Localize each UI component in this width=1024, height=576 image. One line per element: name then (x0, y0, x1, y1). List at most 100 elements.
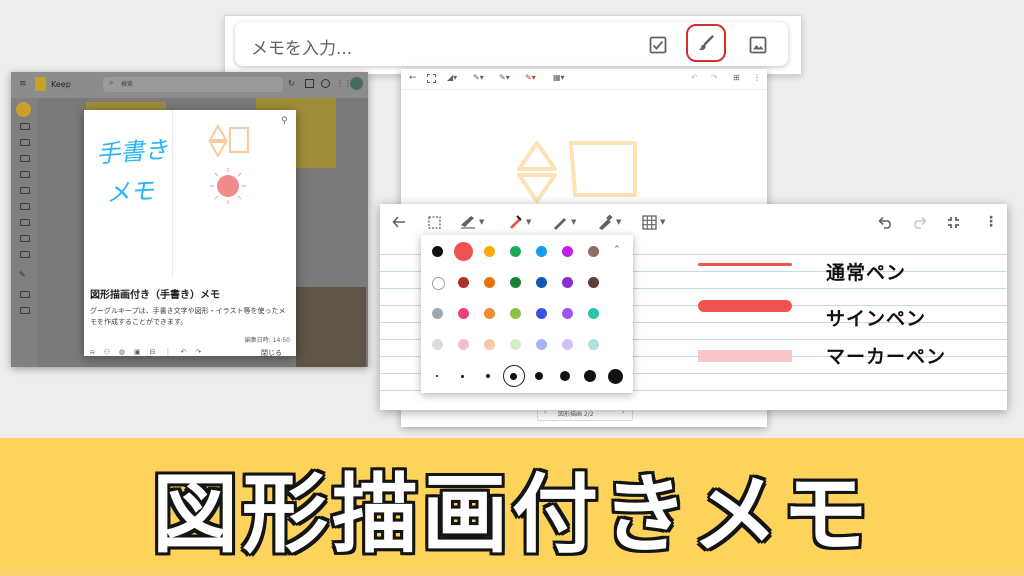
redo-icon[interactable]: ↷ (195, 348, 210, 356)
stroke-size-option[interactable] (461, 374, 464, 378)
label-icon[interactable] (20, 219, 30, 226)
back-icon[interactable]: ← (409, 73, 417, 83)
undo-icon[interactable]: ↶ (691, 73, 698, 82)
color-swatch[interactable] (535, 338, 547, 350)
note-description[interactable]: グーグルキープは、手書き文字や図形・イラスト等を使ったメモを作成することができま… (90, 306, 288, 328)
color-swatch[interactable] (535, 276, 547, 288)
stroke-size-option[interactable] (608, 368, 623, 384)
note-image-tile[interactable] (296, 287, 366, 367)
color-swatch[interactable] (587, 338, 599, 350)
color-swatch-selected[interactable] (453, 241, 473, 261)
label-icon[interactable] (20, 235, 30, 242)
collapse-icon[interactable]: ⌃ (613, 245, 621, 255)
color-swatch[interactable] (431, 338, 443, 350)
image-icon[interactable]: ▣ (134, 348, 150, 356)
list-view-icon[interactable] (305, 79, 314, 88)
color-swatch[interactable] (509, 245, 521, 257)
pin-icon[interactable]: ⚲ (281, 116, 288, 126)
color-swatch[interactable] (483, 245, 495, 257)
grid-icon[interactable]: ▦▾ (553, 73, 565, 82)
stroke-size-option[interactable] (584, 370, 596, 382)
collaborator-icon[interactable]: ⚇ (104, 348, 119, 356)
search-box[interactable]: ⌕ 検索 (103, 77, 283, 92)
color-swatch[interactable] (587, 245, 599, 257)
menu-icon[interactable]: ≡ (19, 79, 27, 89)
color-swatch[interactable] (483, 276, 495, 288)
fullscreen-icon[interactable]: ⊞ (733, 73, 740, 82)
color-swatch[interactable] (561, 338, 573, 350)
redo-icon[interactable]: ↷ (711, 73, 718, 82)
color-swatch[interactable] (431, 276, 445, 290)
refresh-icon[interactable]: ↻ (288, 79, 295, 88)
highlighter-tool[interactable]: ▼ (597, 213, 621, 231)
avatar[interactable] (350, 77, 363, 90)
undo-icon[interactable] (878, 213, 893, 231)
color-swatch[interactable] (483, 307, 495, 319)
close-button[interactable]: 閉じる (261, 348, 282, 358)
label-icon[interactable] (20, 123, 30, 130)
sidebar-item-notes[interactable] (16, 102, 31, 117)
fullscreen-exit-icon[interactable] (947, 213, 960, 231)
more-icon[interactable]: ⋮ (165, 348, 181, 356)
color-swatch[interactable] (509, 338, 521, 350)
redo-icon[interactable] (912, 213, 927, 231)
color-swatch[interactable] (457, 276, 469, 288)
note-input-field[interactable]: メモを入力... (235, 22, 788, 66)
background-grid-tool[interactable]: ▼ (642, 213, 665, 231)
archive-icon[interactable]: ⊟ (150, 348, 165, 356)
checkbox-icon[interactable] (643, 30, 673, 60)
color-swatch[interactable] (561, 307, 573, 319)
more-icon[interactable]: ⋮ (984, 213, 998, 231)
color-swatch[interactable] (431, 245, 443, 257)
marker-icon[interactable]: ✎▾ (499, 73, 510, 82)
color-swatch[interactable] (509, 276, 521, 288)
eraser-icon[interactable]: ◢▾ (447, 73, 457, 82)
next-page-icon[interactable]: › (622, 409, 624, 416)
color-swatch[interactable] (561, 245, 573, 257)
pen-tool[interactable]: ▼ (507, 213, 531, 231)
eraser-tool[interactable]: ▼ (460, 213, 484, 231)
label-icon[interactable] (20, 171, 30, 178)
palette-icon[interactable]: ◍ (119, 348, 134, 356)
handwriting-drawing[interactable]: 手書き メモ (88, 128, 170, 238)
color-swatch[interactable] (561, 276, 573, 288)
image-icon[interactable] (743, 30, 773, 60)
pen-icon[interactable]: ✎▾ (473, 73, 484, 82)
more-icon[interactable]: ⋮ (753, 73, 761, 82)
marker-tool[interactable]: ▼ (552, 213, 576, 231)
label-icon[interactable] (20, 139, 30, 146)
color-swatch[interactable] (457, 338, 469, 350)
note-card[interactable]: ⚲ 手書き メモ 図形描画付き（手書き）メモ グーグルキープは、手書き文字や図形… (84, 110, 296, 358)
prev-page-icon[interactable]: ‹ (544, 409, 546, 416)
color-swatch[interactable] (535, 307, 547, 319)
shape-drawing-back[interactable] (511, 139, 651, 209)
highlighter-icon[interactable]: ✎▾ (525, 73, 536, 82)
label-icon[interactable] (20, 155, 30, 162)
color-swatch[interactable] (535, 245, 547, 257)
note-title[interactable]: 図形描画付き（手書き）メモ (90, 286, 220, 301)
stroke-size-option[interactable] (535, 372, 543, 380)
undo-icon[interactable]: ↶ (181, 348, 196, 356)
label-icon[interactable] (20, 187, 30, 194)
archive-icon[interactable] (20, 291, 30, 298)
edit-labels-icon[interactable]: ✎ (19, 270, 26, 279)
stroke-size-option[interactable] (559, 371, 570, 381)
color-swatch[interactable] (509, 307, 521, 319)
color-swatch[interactable] (587, 276, 599, 288)
shape-drawing[interactable] (202, 120, 258, 210)
stroke-size-option[interactable] (486, 374, 490, 378)
color-swatch[interactable] (431, 307, 443, 319)
stroke-size-option[interactable] (510, 372, 517, 380)
trash-icon[interactable] (20, 307, 30, 314)
settings-icon[interactable] (321, 79, 330, 88)
select-icon[interactable] (428, 213, 441, 231)
new-drawing-button[interactable] (686, 24, 726, 62)
label-icon[interactable] (20, 251, 30, 258)
color-swatch[interactable] (587, 307, 599, 319)
color-swatch[interactable] (483, 338, 495, 350)
color-swatch[interactable] (457, 307, 469, 319)
select-icon[interactable] (427, 74, 436, 83)
label-icon[interactable] (20, 203, 30, 210)
reminder-icon[interactable]: ⍾ (90, 348, 104, 356)
stroke-size-option[interactable] (436, 375, 438, 377)
